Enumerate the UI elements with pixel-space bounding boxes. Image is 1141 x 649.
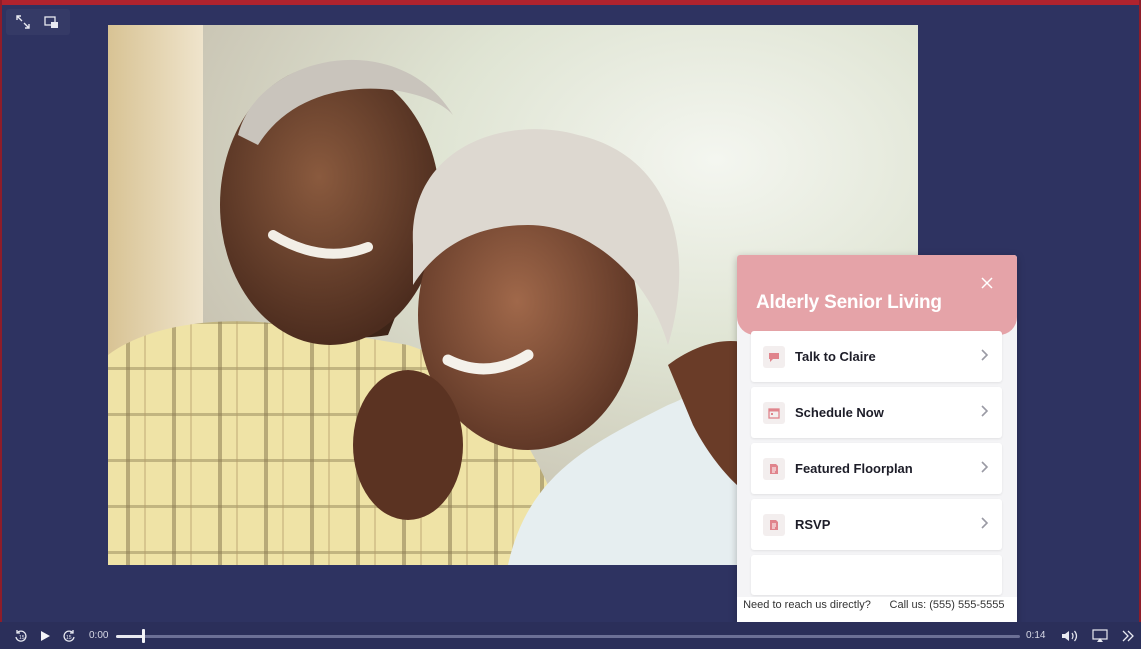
menu-item-label: Schedule Now bbox=[795, 405, 884, 420]
chat-bubble-icon bbox=[763, 345, 785, 368]
menu-item-label: RSVP bbox=[795, 517, 831, 532]
calendar-icon bbox=[763, 401, 785, 424]
duration: 0:14 bbox=[1026, 630, 1046, 641]
chevron-right-icon bbox=[980, 404, 990, 418]
close-icon[interactable] bbox=[979, 275, 995, 291]
picture-in-picture-icon[interactable] bbox=[42, 13, 60, 31]
chevron-right-icon bbox=[980, 516, 990, 530]
menu-item-label: Featured Floorplan bbox=[795, 461, 913, 476]
window-left-border bbox=[0, 0, 2, 649]
document-icon bbox=[763, 457, 785, 480]
rewind-icon[interactable]: 15 bbox=[12, 627, 30, 645]
video-top-controls bbox=[6, 9, 70, 35]
progress-fill bbox=[116, 635, 144, 638]
airplay-icon[interactable] bbox=[1091, 627, 1109, 645]
fast-forward-icon[interactable]: 15 bbox=[60, 627, 78, 645]
menu-item-partial[interactable] bbox=[751, 555, 1002, 595]
svg-text:15: 15 bbox=[19, 635, 25, 641]
menu-item-rsvp[interactable]: RSVP bbox=[751, 499, 1002, 550]
widget-header: Alderly Senior Living bbox=[737, 255, 1017, 335]
current-time: 0:00 bbox=[89, 630, 109, 641]
widget-title: Alderly Senior Living bbox=[756, 292, 942, 313]
chevron-right-icon bbox=[980, 348, 990, 362]
menu-item-label: Talk to Claire bbox=[795, 349, 876, 364]
footer-phone-link[interactable]: Call us: (555) 555-5555 bbox=[877, 597, 1017, 625]
widget-menu: Talk to Claire Schedule Now Featured Flo… bbox=[751, 331, 1002, 600]
play-icon[interactable] bbox=[36, 627, 54, 645]
chat-widget: Alderly Senior Living Talk to Claire Sch… bbox=[737, 255, 1017, 625]
expand-panel-icon[interactable] bbox=[1119, 627, 1137, 645]
menu-item-featured-floorplan[interactable]: Featured Floorplan bbox=[751, 443, 1002, 494]
footer-contact-prompt: Need to reach us directly? bbox=[743, 599, 871, 611]
svg-text:15: 15 bbox=[66, 635, 72, 641]
window-top-border bbox=[0, 0, 1141, 5]
menu-item-talk-to-claire[interactable]: Talk to Claire bbox=[751, 331, 1002, 382]
volume-icon[interactable] bbox=[1061, 627, 1079, 645]
menu-item-schedule-now[interactable]: Schedule Now bbox=[751, 387, 1002, 438]
progress-handle[interactable] bbox=[142, 629, 146, 643]
fullscreen-icon[interactable] bbox=[14, 13, 32, 31]
widget-footer: Need to reach us directly? Call us: (555… bbox=[737, 597, 1017, 625]
progress-bar[interactable] bbox=[116, 629, 1020, 643]
document-icon bbox=[763, 513, 785, 536]
chevron-right-icon bbox=[980, 460, 990, 474]
